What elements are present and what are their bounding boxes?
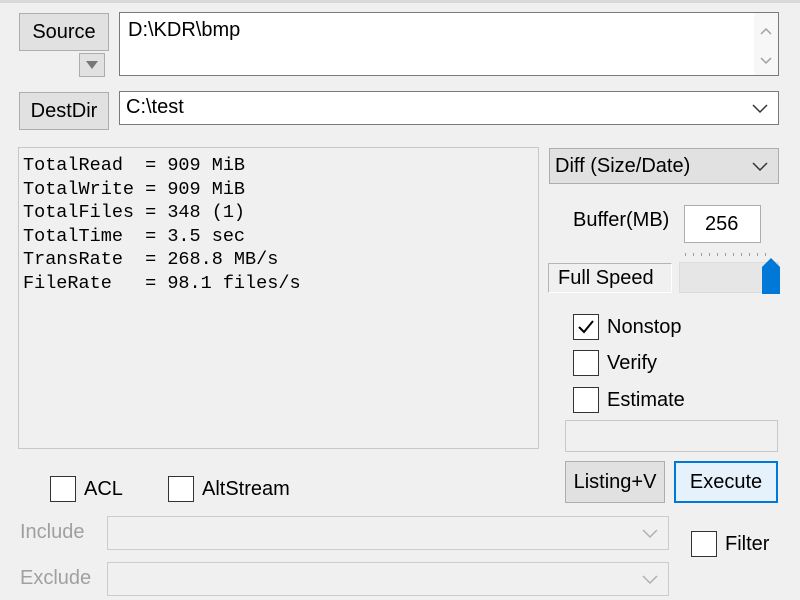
speed-slider-thumb[interactable]: [761, 258, 781, 295]
filter-checkbox[interactable]: [691, 531, 717, 557]
chevron-down-icon: [642, 575, 658, 585]
log-line-total-files: TotalFiles = 348 (1): [23, 202, 246, 223]
source-path-textarea[interactable]: D:\KDR\bmp: [119, 12, 779, 76]
estimate-option[interactable]: Estimate: [573, 386, 685, 414]
log-line-trans-rate: TransRate = 268.8 MB/s: [23, 249, 279, 270]
execute-label: Execute: [689, 470, 763, 493]
buffer-input[interactable]: 256: [684, 205, 761, 243]
altstream-option[interactable]: AltStream: [168, 475, 290, 503]
altstream-label: AltStream: [202, 477, 290, 500]
speed-label-box: Full Speed: [548, 263, 672, 293]
checkmark-icon: [578, 320, 594, 334]
acl-option[interactable]: ACL: [50, 475, 123, 503]
scroll-up-icon[interactable]: [760, 27, 772, 35]
acl-label: ACL: [84, 477, 123, 500]
log-line-total-read: TotalRead = 909 MiB: [23, 155, 246, 176]
verify-checkbox[interactable]: [573, 350, 599, 376]
destdir-combobox[interactable]: C:\test: [119, 91, 779, 125]
log-line-total-write: TotalWrite = 909 MiB: [23, 178, 246, 200]
source-button[interactable]: Source: [19, 13, 109, 51]
source-path-value: D:\KDR\bmp: [128, 19, 241, 41]
include-combobox[interactable]: [107, 516, 669, 550]
include-label: Include: [20, 521, 85, 543]
acl-checkbox[interactable]: [50, 476, 76, 502]
filter-option[interactable]: Filter: [691, 530, 769, 558]
source-button-label: Source: [32, 20, 96, 43]
log-line-file-rate: FileRate = 98.1 files/s: [23, 272, 301, 294]
mode-selected-value: Diff (Size/Date): [555, 155, 691, 177]
mode-dropdown[interactable]: Diff (Size/Date): [549, 148, 779, 184]
triangle-down-icon: [86, 61, 98, 69]
buffer-value: 256: [705, 213, 739, 235]
listing-verify-label: Listing+V: [573, 470, 657, 493]
log-panel[interactable]: TotalRead = 909 MiB TotalWrite = 909 MiB T…: [18, 147, 539, 449]
chevron-down-icon: [752, 162, 768, 172]
nonstop-label: Nonstop: [607, 315, 682, 338]
estimate-checkbox[interactable]: [573, 387, 599, 413]
nonstop-option[interactable]: Nonstop: [573, 313, 682, 341]
window-top-edge: [0, 0, 800, 3]
listing-verify-button[interactable]: Listing+V: [565, 461, 665, 503]
destdir-button[interactable]: DestDir: [19, 92, 109, 130]
altstream-checkbox[interactable]: [168, 476, 194, 502]
chevron-down-icon[interactable]: [752, 104, 768, 114]
speed-slider[interactable]: [679, 250, 783, 296]
estimate-label: Estimate: [607, 388, 685, 411]
execute-button[interactable]: Execute: [674, 461, 778, 503]
source-scrollbar[interactable]: [754, 13, 778, 75]
speed-slider-ticks: [685, 253, 771, 256]
chevron-down-icon: [642, 529, 658, 539]
verify-option[interactable]: Verify: [573, 349, 657, 377]
log-line-total-time: TotalTime = 3.5 sec: [23, 225, 246, 247]
progress-box: [565, 420, 778, 452]
exclude-label: Exclude: [20, 567, 92, 589]
destdir-path-value: C:\test: [126, 96, 184, 118]
destdir-button-label: DestDir: [30, 99, 98, 122]
speed-label: Full Speed: [558, 267, 654, 289]
nonstop-checkbox[interactable]: [573, 314, 599, 340]
exclude-combobox[interactable]: [107, 562, 669, 596]
filter-label: Filter: [725, 532, 770, 555]
scroll-down-icon[interactable]: [760, 57, 772, 65]
buffer-label: Buffer(MB): [573, 209, 670, 231]
verify-label: Verify: [607, 351, 658, 374]
log-text: TotalRead = 909 MiB TotalWrite = 909 MiB T…: [23, 154, 301, 295]
source-history-button[interactable]: [79, 53, 105, 77]
